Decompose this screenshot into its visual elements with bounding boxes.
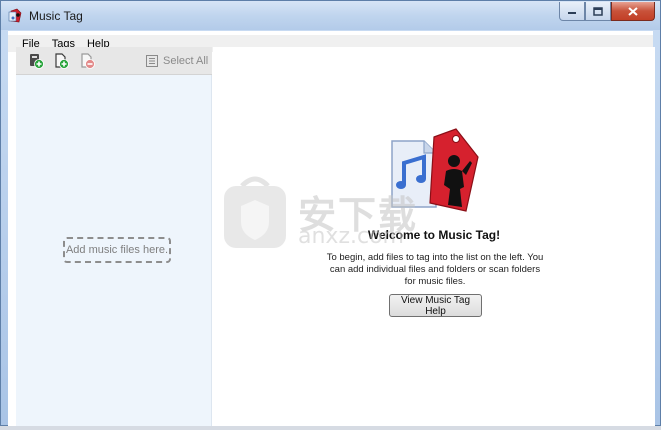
title-bar[interactable]: Music Tag (1, 1, 660, 30)
maximize-icon (593, 6, 603, 16)
list-icon (146, 55, 158, 67)
music-tag-app-icon (8, 8, 22, 23)
maximize-button[interactable] (585, 2, 611, 21)
welcome-description: To begin, add files to tag into the list… (326, 252, 544, 287)
select-all-button[interactable]: Select All (146, 53, 208, 69)
remove-file-icon[interactable] (79, 53, 95, 69)
minimize-icon (568, 12, 576, 14)
select-all-label: Select All (163, 55, 209, 67)
add-files-dropzone[interactable]: Add music files here. (63, 237, 171, 263)
window-controls (559, 2, 655, 21)
shield-bag-icon (224, 176, 286, 248)
close-button[interactable] (611, 2, 655, 21)
watermark-en-text: anxz.com (298, 224, 404, 249)
view-help-button[interactable]: View Music Tag Help (389, 294, 482, 317)
file-toolbar: Select All (16, 47, 212, 75)
close-icon (628, 6, 638, 16)
minimize-button[interactable] (559, 2, 585, 21)
add-folder-icon[interactable] (53, 53, 69, 69)
window-title: Music Tag (29, 9, 83, 23)
taskbar-strip (0, 426, 661, 430)
watermark: 安下载 anxz.com (220, 172, 440, 252)
add-file-icon[interactable] (28, 53, 44, 69)
